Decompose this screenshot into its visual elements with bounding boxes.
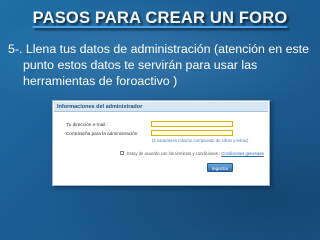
terms-checkbox[interactable] [120,151,124,155]
password-hint: (6 caracteres mínimo compuesto de cifras… [152,138,249,143]
slide-title: PASOS PARA CREAR UN FORO [32,9,288,27]
terms-label: Estoy de acuerdo con los términos y cond… [127,151,221,156]
form-header: Informaciones del administrador [54,102,268,112]
admin-form-screenshot: Informaciones del administrador Tu direc… [52,100,270,186]
password-label: Contraseña para la administración: [66,131,139,136]
email-label: Tu dirección e-mail : [66,122,109,127]
terms-text: Estoy de acuerdo con los términos y cond… [127,151,264,156]
password-field[interactable] [151,130,233,136]
register-button[interactable]: registrar [207,163,233,172]
terms-link[interactable]: Condiciones generales [221,151,264,156]
email-field[interactable] [151,121,233,127]
slide-body-text: 5-. Llena tus datos de administración (a… [8,42,309,88]
